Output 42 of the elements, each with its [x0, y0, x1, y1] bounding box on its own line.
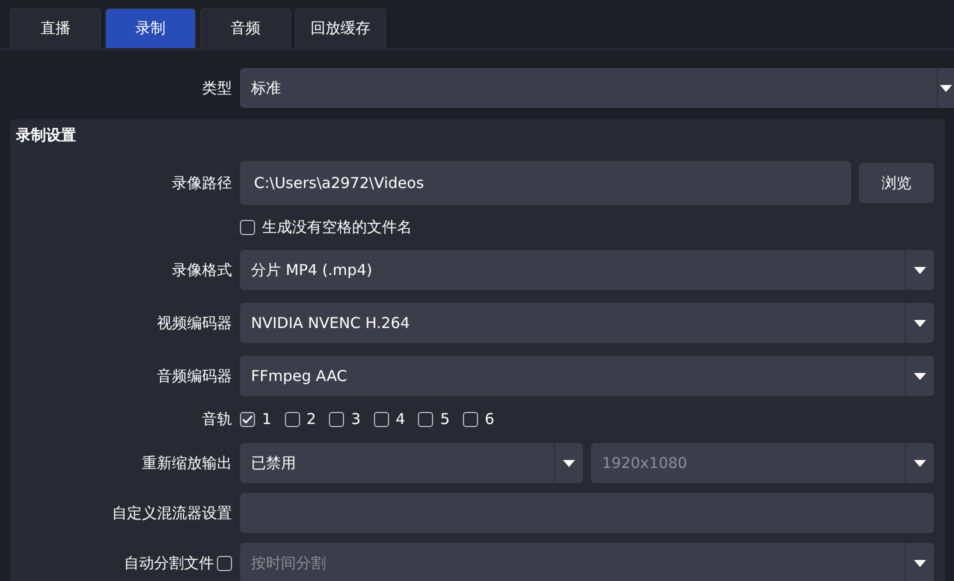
checkbox[interactable] — [240, 412, 255, 426]
track-checkbox[interactable]: 3 — [329, 410, 361, 428]
field-label: 音频编码器 — [156, 366, 232, 386]
field-label: 录像路径 — [171, 174, 232, 192]
caret-icon — [563, 460, 575, 466]
tab[interactable]: 录制 — [105, 8, 196, 48]
field-label: 自动分割文件 — [124, 554, 214, 572]
path-field[interactable]: C:\Users\a2972\Videos — [240, 161, 851, 205]
type-dropdown[interactable]: 标准 — [240, 68, 954, 108]
field-label: 自定义混流器设置 — [111, 504, 232, 522]
track-checkbox[interactable]: 4 — [374, 410, 406, 428]
checkbox[interactable] — [240, 220, 255, 234]
caret-icon — [914, 560, 926, 566]
caret-icon — [940, 84, 952, 92]
dropdown[interactable]: 已禁用 — [240, 443, 583, 483]
field-label: 录像格式 — [171, 260, 232, 280]
tab[interactable]: 音频 — [200, 8, 291, 48]
checkbox[interactable] — [329, 412, 344, 426]
tab[interactable]: 回放缓存 — [295, 8, 386, 48]
checkbox[interactable] — [374, 412, 389, 426]
track-checkbox[interactable]: 5 — [418, 410, 450, 428]
track-checkbox[interactable]: 1 — [240, 410, 272, 428]
checkbox[interactable] — [418, 412, 434, 426]
track-checkbox[interactable]: 6 — [462, 410, 494, 428]
field-label: 重新缩放输出 — [141, 454, 232, 472]
tab[interactable]: 直播 — [10, 8, 101, 48]
section-title: 录制设置 — [15, 125, 77, 146]
caret-icon — [914, 266, 926, 274]
dropdown[interactable]: 分片 MP4 (.mp4) — [240, 250, 934, 290]
browse-button[interactable]: 浏览 — [859, 163, 934, 203]
checkbox[interactable] — [462, 412, 478, 426]
filename-checkbox-label[interactable]: 生成没有空格的文件名 — [240, 218, 921, 236]
field-label: 类型 — [201, 78, 232, 98]
caret-icon — [914, 320, 926, 326]
field-label: 音轨 — [201, 410, 232, 428]
dropdown[interactable]: NVIDIA NVENC H.264 — [240, 303, 934, 343]
track-checkbox[interactable]: 2 — [284, 410, 316, 428]
checkbox[interactable] — [284, 412, 300, 426]
dropdown[interactable]: FFmpeg AAC — [240, 356, 934, 396]
caret-icon — [914, 460, 926, 466]
caret-icon — [914, 372, 926, 380]
field-label: 视频编码器 — [156, 314, 232, 332]
